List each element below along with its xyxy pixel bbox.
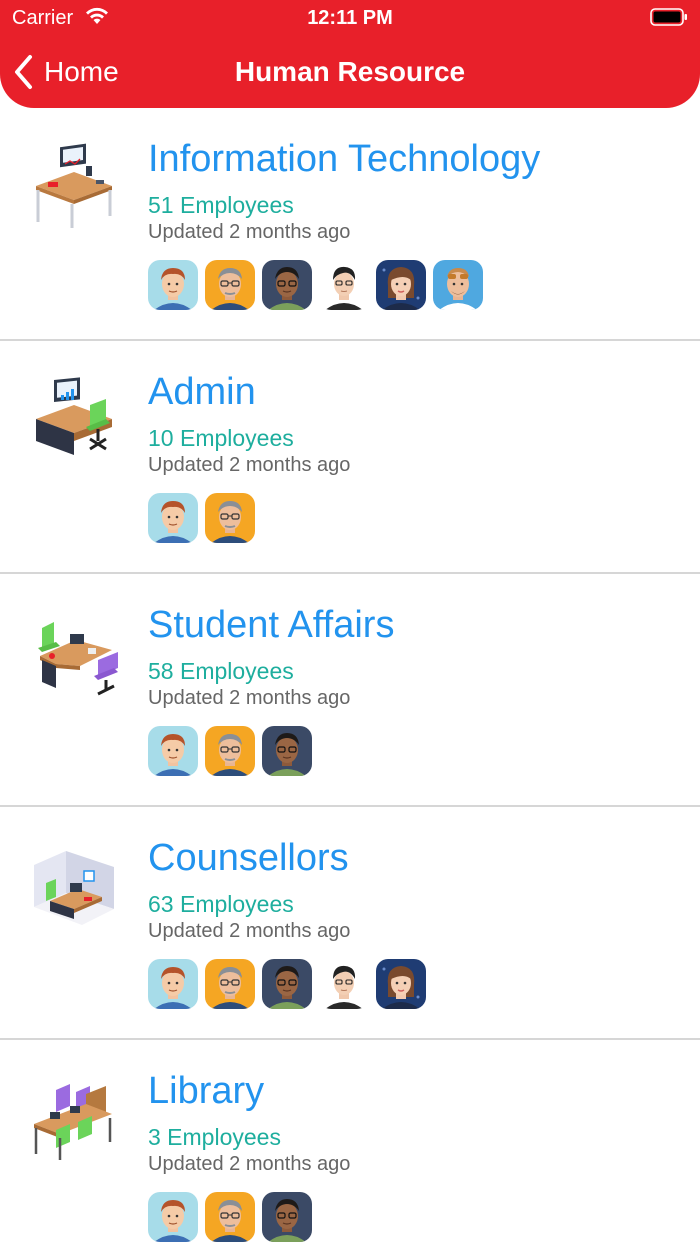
updated-time: Updated 2 months ago [148,1153,351,1175]
department-name: Information Technology [148,138,541,180]
header: Carrier 12:11 PM Home Human Resource [0,0,700,108]
employee-count: 63 Employees [148,891,294,917]
glasses-man-avatar[interactable] [205,959,255,1009]
cubicle-icon [34,851,114,925]
department-name: Student Affairs [148,604,395,646]
glasses-man-avatar[interactable] [205,493,255,543]
dark-skin-man-avatar[interactable] [262,260,312,310]
dark-skin-man-avatar[interactable] [262,726,312,776]
clock: 12:11 PM [307,7,393,29]
updated-time: Updated 2 months ago [148,687,351,709]
woman-avatar[interactable] [376,959,426,1009]
glasses-man-avatar[interactable] [205,726,255,776]
black-hair-man-avatar[interactable] [319,260,369,310]
status-bar: Carrier 12:11 PM [0,0,700,36]
glasses-man-avatar[interactable] [205,1192,255,1242]
updated-time: Updated 2 months ago [148,454,351,476]
redhead-man-avatar[interactable] [148,493,198,543]
department-name: Admin [148,371,256,413]
dark-skin-man-avatar[interactable] [262,1192,312,1242]
employee-count: 58 Employees [148,658,294,684]
department-name: Library [148,1070,265,1112]
department-row[interactable]: Student Affairs 58 Employees Updated 2 m… [0,574,700,807]
redhead-man-avatar[interactable] [148,1192,198,1242]
employee-count: 10 Employees [148,425,294,451]
department-row[interactable]: Counsellors 63 Employees Updated 2 month… [0,807,700,1040]
department-name: Counsellors [148,837,349,879]
desk-workstation-icon [36,143,112,228]
department-list: Information Technology 51 Employees Upda… [0,108,700,1244]
library-desks-icon [34,1084,112,1160]
page-title: Human Resource [234,56,466,87]
avatar-list [148,959,426,1009]
avatar-list [148,260,483,310]
updated-time: Updated 2 months ago [148,221,351,243]
department-row[interactable]: Library 3 Employees Updated 2 months ago [0,1040,700,1244]
redhead-man-avatar[interactable] [148,959,198,1009]
meeting-desk-icon [38,622,118,696]
department-row[interactable]: Admin 10 Employees Updated 2 months ago [0,341,700,574]
office-desk-chair-icon [36,377,112,455]
woman-avatar[interactable] [376,260,426,310]
avatar-list [148,726,312,776]
avatar-list [148,1192,312,1242]
black-hair-man-avatar[interactable] [319,959,369,1009]
battery-icon [650,8,687,26]
dark-skin-man-avatar[interactable] [262,959,312,1009]
avatar-list [148,493,255,543]
glasses-man-avatar[interactable] [205,260,255,310]
navigation-bar: Home Human Resource [0,44,700,100]
redhead-man-avatar[interactable] [148,726,198,776]
sunglasses-man-avatar[interactable] [433,260,483,310]
department-row[interactable]: Information Technology 51 Employees Upda… [0,108,700,341]
employee-count: 51 Employees [148,192,294,218]
redhead-man-avatar[interactable] [148,260,198,310]
employee-count: 3 Employees [148,1124,281,1150]
updated-time: Updated 2 months ago [148,920,351,942]
